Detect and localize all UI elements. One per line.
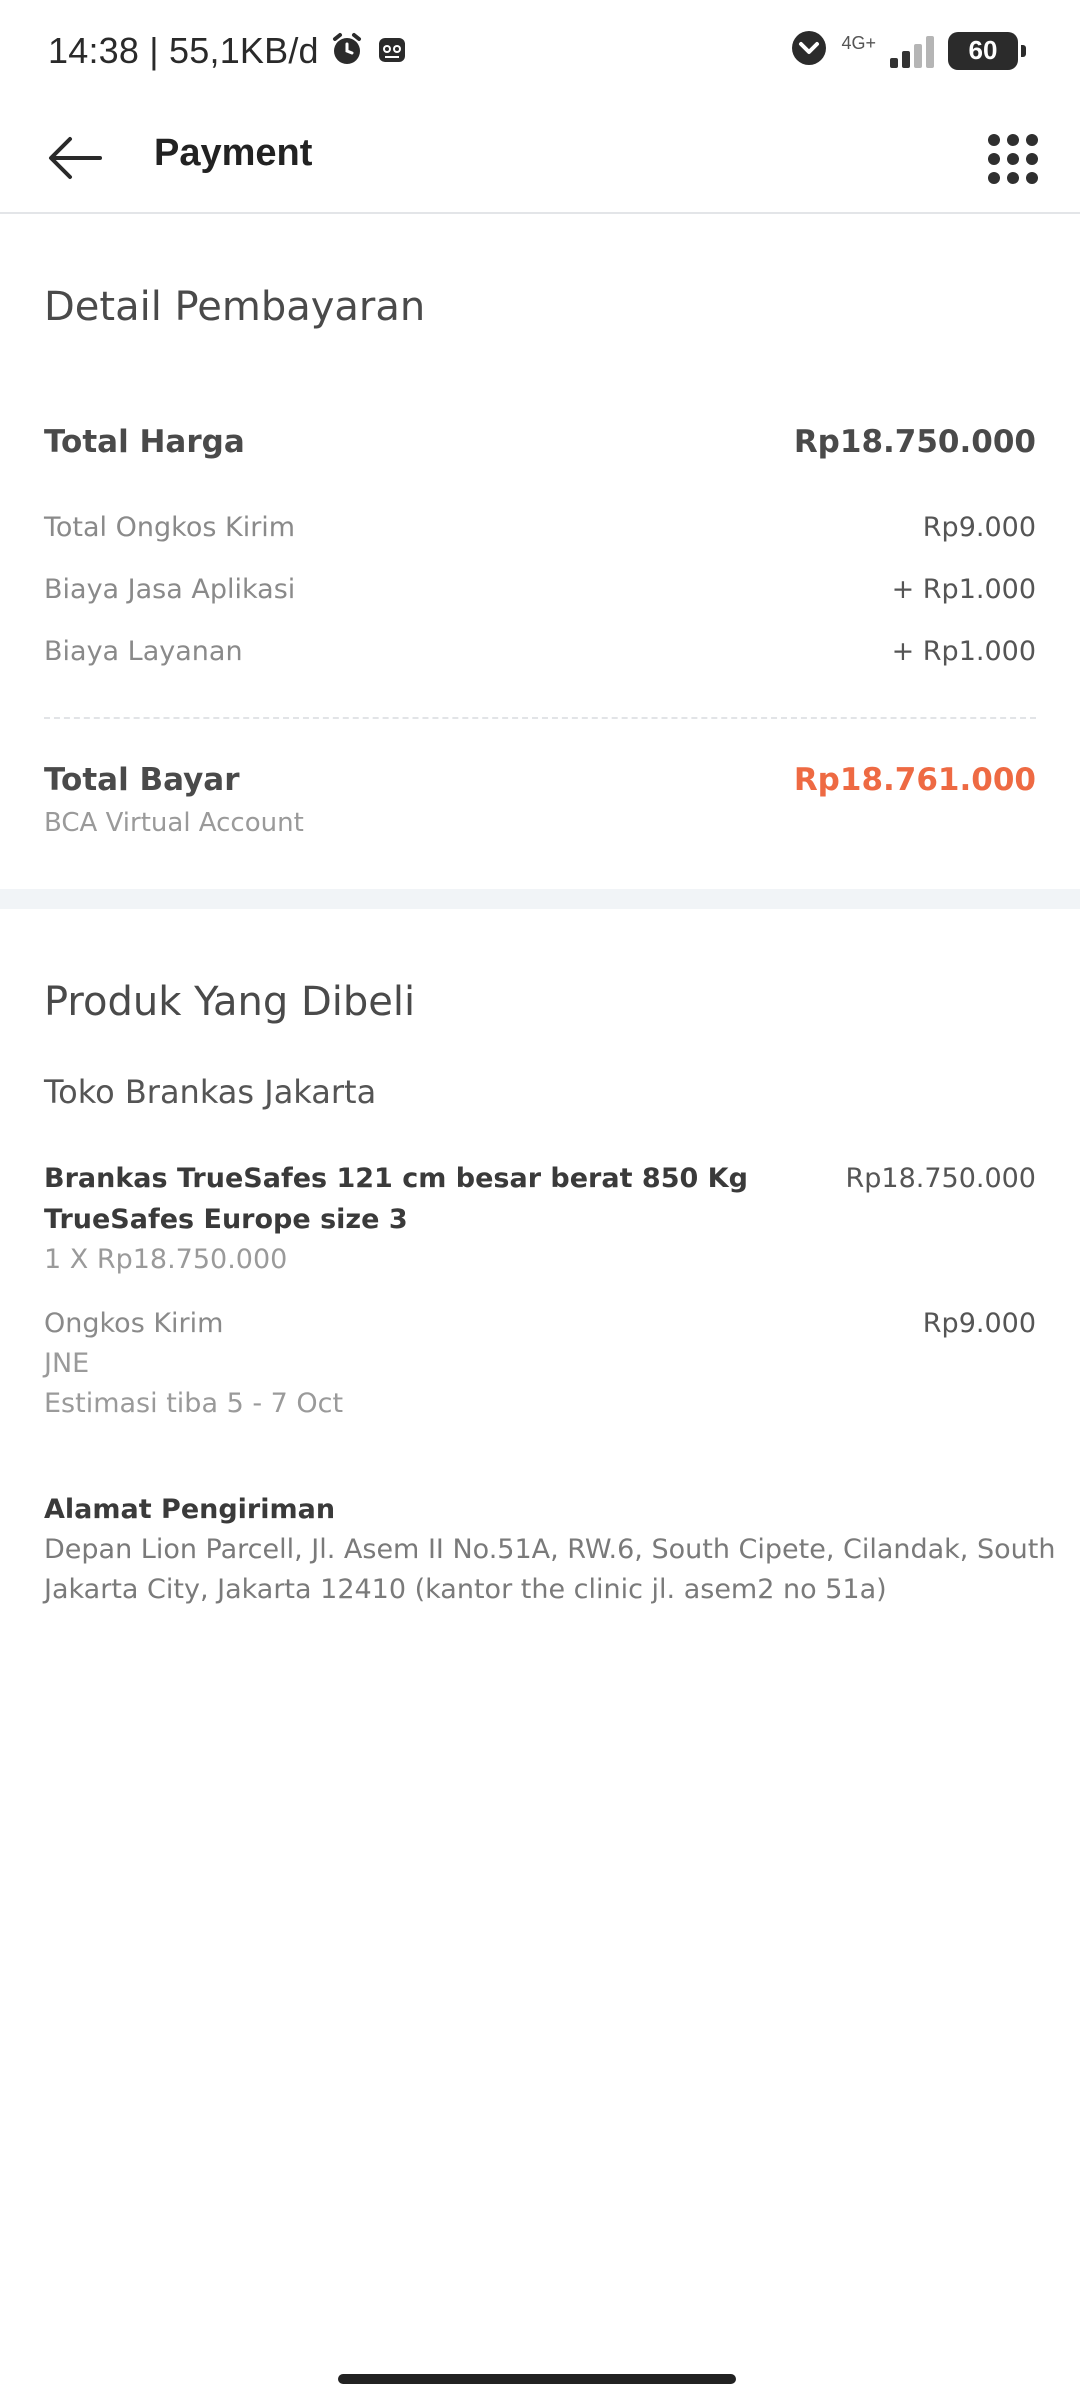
- total-pay-value: Rp18.761.000: [793, 762, 1036, 798]
- status-left: 14:38 | 55,1KB/d: [48, 30, 409, 72]
- address-line2: Jakarta City, Jakarta 12410 (kantor the …: [44, 1574, 887, 1605]
- app-notification-icon: [375, 32, 409, 71]
- grid-dot: [1026, 172, 1038, 184]
- total-pay-label: Total Bayar: [44, 762, 240, 798]
- grid-dot: [1007, 153, 1019, 165]
- network-type: 4G+: [841, 32, 876, 53]
- service-fee-row: Biaya Layanan + Rp1.000: [44, 636, 1036, 667]
- battery-level: 60: [968, 35, 998, 65]
- app-fee-row: Biaya Jasa Aplikasi + Rp1.000: [44, 574, 1036, 605]
- payment-detail-section: Detail Pembayaran Total Harga Rp18.750.0…: [44, 214, 1036, 889]
- item-total-value: Rp18.750.000: [845, 1163, 1037, 1194]
- products-section: Produk Yang Dibeli Toko Brankas Jakarta …: [44, 909, 1055, 1669]
- data-saver-icon: [791, 30, 827, 71]
- grid-dot: [1026, 153, 1038, 165]
- total-price-value: Rp18.750.000: [793, 424, 1036, 460]
- page-title: Payment: [154, 132, 313, 174]
- grid-dot: [988, 172, 1000, 184]
- delivery-eta: Estimasi tiba 5 - 7 Oct: [44, 1388, 344, 1419]
- grid-dot: [1007, 134, 1019, 146]
- total-pay-row: Total Bayar Rp18.761.000: [44, 762, 1036, 798]
- status-right: 4G+ 60: [791, 30, 1026, 71]
- section-separator: [0, 889, 1080, 909]
- store-name: Toko Brankas Jakarta: [44, 1073, 377, 1111]
- home-indicator[interactable]: [338, 2374, 736, 2384]
- item-name-line1: Brankas TrueSafes 121 cm besar berat 850…: [44, 1163, 748, 1194]
- grid-dot: [988, 153, 1000, 165]
- shipping-fee-label: Total Ongkos Kirim: [44, 512, 296, 543]
- status-bar: 14:38 | 55,1KB/d 4G+ 60: [0, 0, 1080, 104]
- address-label: Alamat Pengiriman: [44, 1494, 336, 1525]
- status-time-speed: 14:38 | 55,1KB/d: [48, 30, 319, 71]
- alarm-icon: [329, 31, 365, 72]
- total-price-label: Total Harga: [44, 424, 245, 460]
- shipping-fee-row: Total Ongkos Kirim Rp9.000: [44, 512, 1036, 543]
- item-qty-price: 1 X Rp18.750.000: [44, 1244, 288, 1275]
- products-title: Produk Yang Dibeli: [44, 979, 416, 1025]
- product-shipping-label: Ongkos Kirim: [44, 1308, 224, 1339]
- service-fee-label: Biaya Layanan: [44, 636, 243, 667]
- grid-menu-button[interactable]: [984, 130, 1040, 186]
- item-name-line2: TrueSafes Europe size 3: [44, 1204, 408, 1235]
- arrow-left-icon: [49, 137, 102, 179]
- grid-dot: [1026, 134, 1038, 146]
- grid-dot: [1007, 172, 1019, 184]
- address-line1: Depan Lion Parcell, Jl. Asem II No.51A, …: [44, 1534, 1056, 1565]
- shipping-fee-value: Rp9.000: [922, 512, 1036, 543]
- total-price-row: Total Harga Rp18.750.000: [44, 424, 1036, 460]
- app-bar: Payment: [0, 104, 1080, 214]
- service-fee-value: + Rp1.000: [891, 636, 1036, 667]
- payment-method: BCA Virtual Account: [44, 808, 304, 838]
- dashed-divider: [44, 717, 1036, 719]
- app-fee-label: Biaya Jasa Aplikasi: [44, 574, 296, 605]
- app-fee-value: + Rp1.000: [891, 574, 1036, 605]
- battery-icon: 60: [948, 31, 1026, 70]
- courier-name: JNE: [44, 1348, 90, 1379]
- payment-detail-title: Detail Pembayaran: [44, 284, 426, 330]
- product-shipping-value: Rp9.000: [922, 1308, 1036, 1339]
- grid-menu-icon: [988, 134, 1000, 146]
- back-button[interactable]: [44, 126, 108, 190]
- signal-icon: [890, 34, 934, 68]
